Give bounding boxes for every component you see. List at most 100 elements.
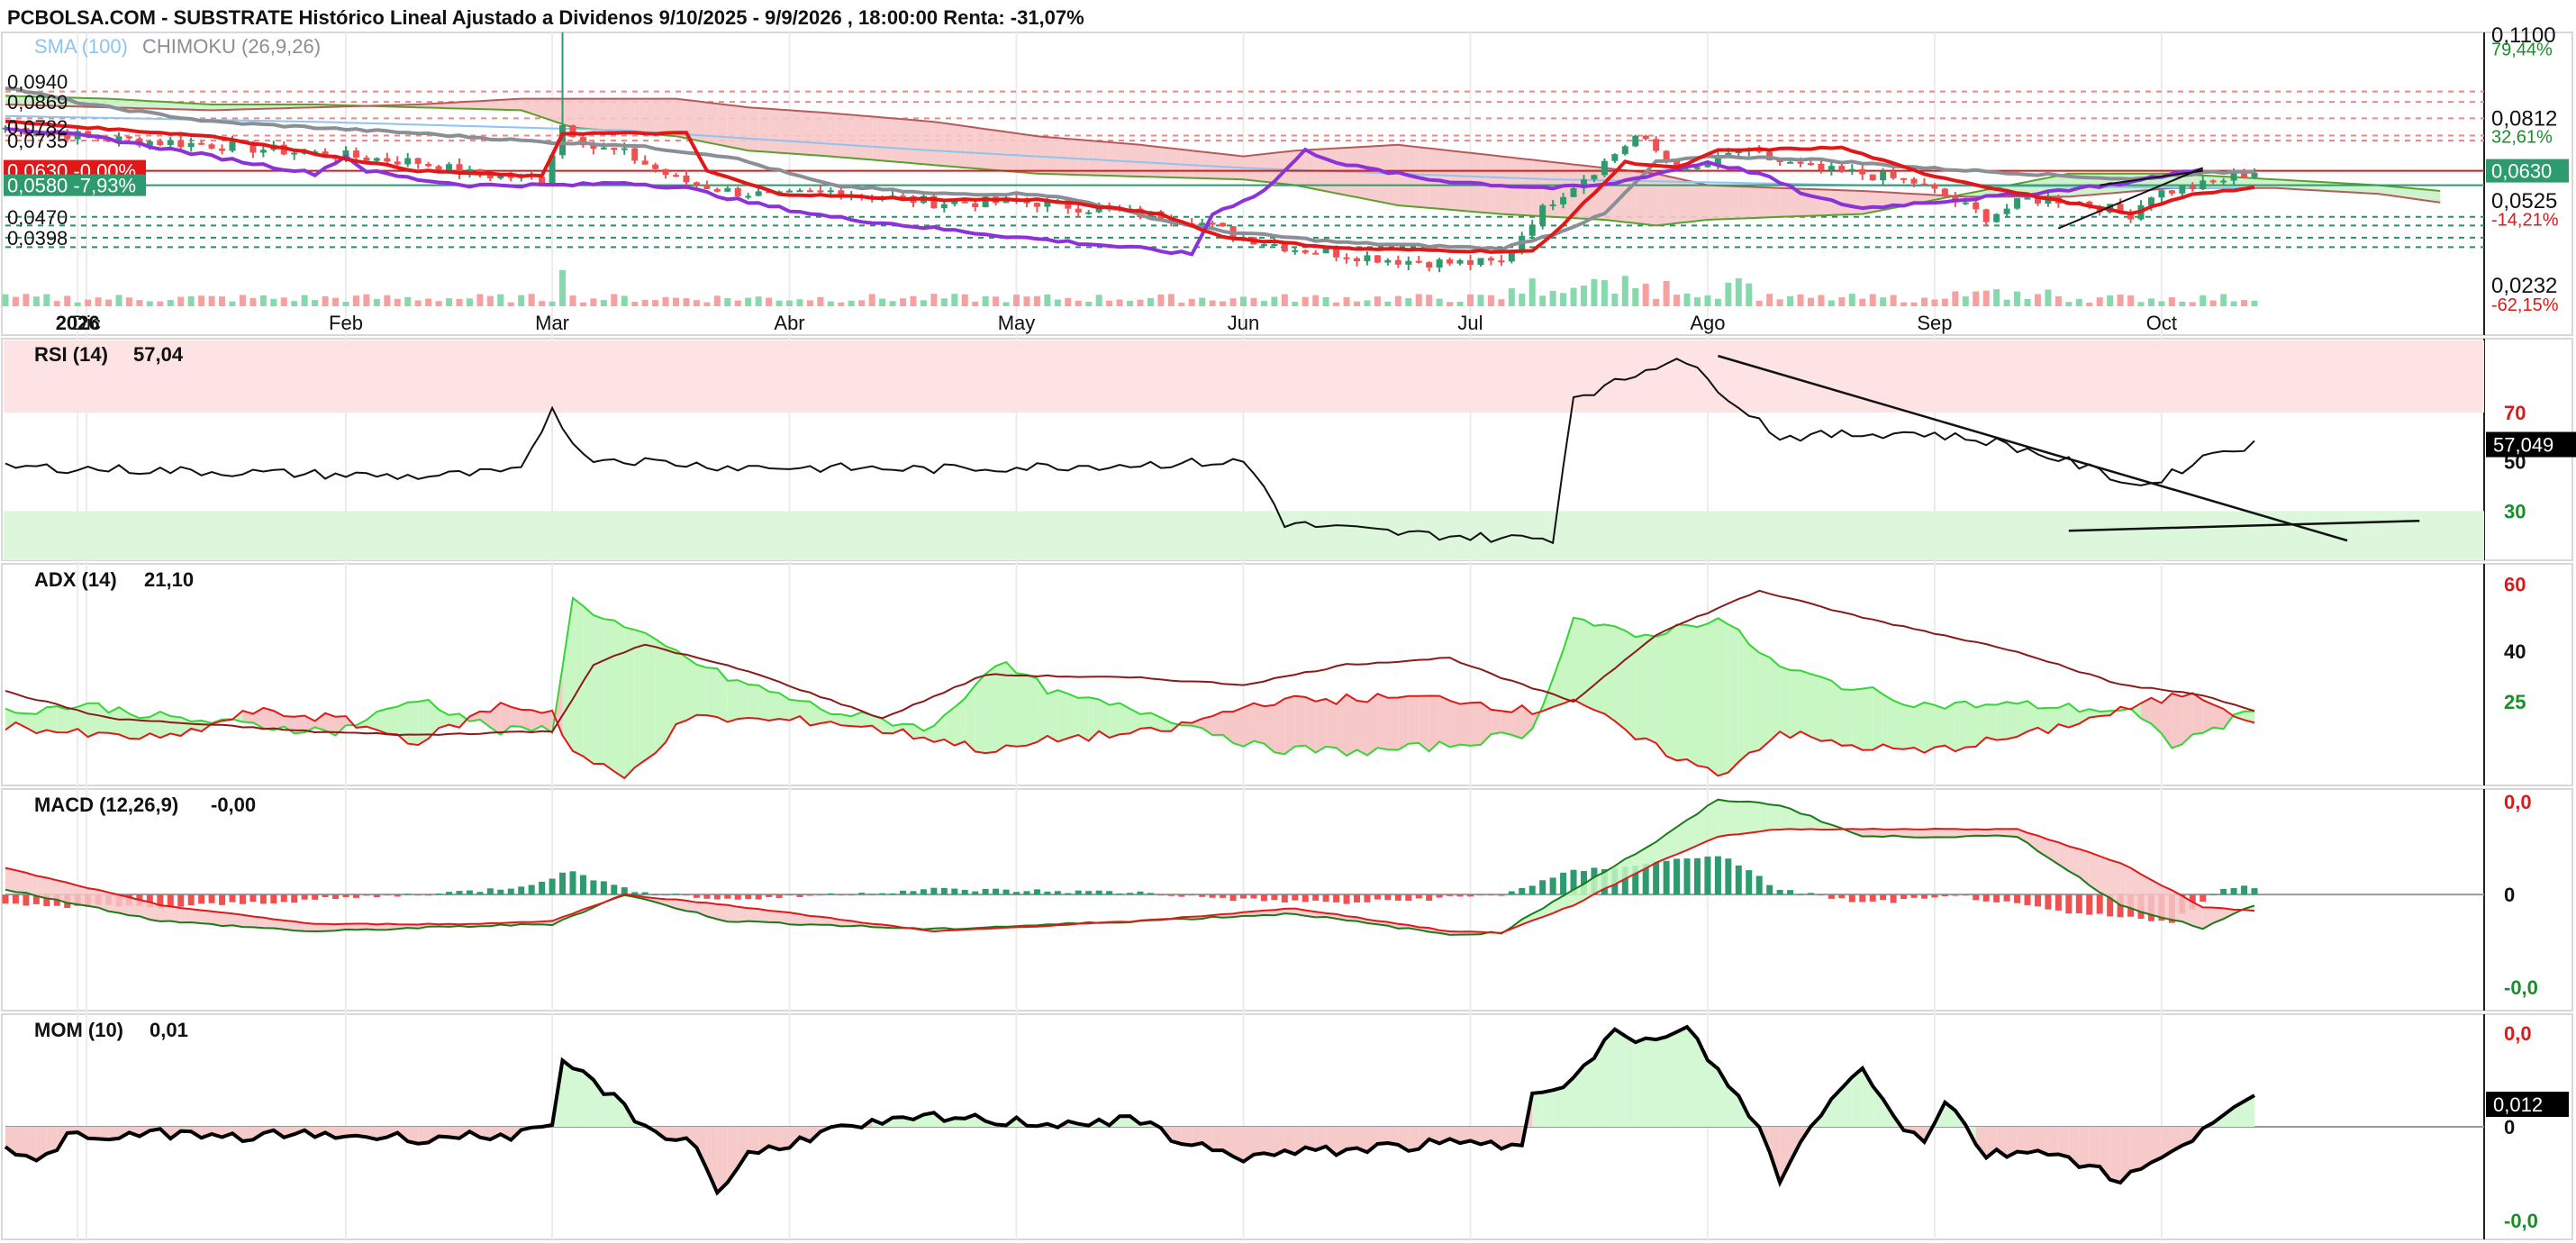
mom-fill [562,1060,573,1127]
volume-bar [1436,298,1443,306]
cloud-segment [1748,186,1760,219]
macd-hist-bar [806,894,813,896]
macd-hist-bar [2,894,9,904]
di-fill [386,706,398,735]
cloud-segment [748,107,759,151]
mom-panel: 0,0 0 -0,0 0,012 [4,1022,2569,1232]
volume-bar [1466,294,1474,306]
x-tick-Feb: Feb [329,312,363,334]
volume-bar [786,300,794,306]
di-fill [727,680,739,722]
volume-bar [486,295,494,306]
macd-hist-bar [259,894,267,904]
volume-bar [2086,302,2093,306]
volume-bar [507,302,514,306]
volume-bar [1560,293,1567,306]
cloud-segment [954,124,966,168]
macd-hist-bar [1755,876,1763,895]
macd-hist-bar [1013,892,1020,895]
mom-fill [1542,1090,1554,1127]
macd-hist-bar [1807,893,1814,895]
di-fill [1109,703,1120,738]
volume-bar [2014,291,2021,306]
volume-bar [889,301,896,306]
di-fill [1439,695,1450,748]
volume-bar [53,301,60,306]
macd-hist-bar [2251,888,2258,895]
candle-body [1880,171,1887,181]
candle-body [786,190,794,193]
di-fill [1986,704,1997,740]
macd-hist-bar [920,889,927,895]
volume-bar [1859,298,1866,306]
di-fill [933,715,945,742]
volume-bar [239,295,246,306]
macd-hist-bar [1787,890,1794,895]
volume-bar [1776,299,1783,306]
volume-bar [2096,297,2103,306]
volume-bar [2189,302,2196,306]
mom-fill [1614,1029,1626,1127]
macd-hist-bar [1343,894,1350,904]
macd-hist-bar [1044,891,1051,895]
macd-hist-bar [1910,894,1918,898]
cloud-segment [840,113,852,159]
macd-hist-bar [518,886,525,895]
mom-fill [1666,1031,1677,1127]
volume-bar [2107,295,2114,306]
candle-body [1993,213,2000,222]
volume-bar [1621,276,1628,306]
volume-bar [1405,298,1412,306]
volume-bar [1271,296,1278,306]
volume-bar [125,297,132,306]
volume-bar [1704,295,1711,306]
candle-body [363,157,370,161]
macd-hist-bar [1683,858,1691,895]
candle-body [1220,222,1227,227]
mom-fill [2109,1127,2121,1183]
di-fill [1408,695,1420,744]
volume-bar [951,294,958,306]
macd-hist-bar [724,894,731,899]
macd-hist-bar [476,892,484,895]
volume-bar [1157,294,1165,306]
volume-bar [1302,296,1309,306]
cloud-segment [851,114,862,159]
volume-bar [1973,291,1980,306]
volume-bar [1426,295,1433,306]
di-fill [479,711,491,728]
candle-body [1859,168,1866,175]
macd-hist-bar [2075,894,2082,913]
mom-fill [1687,1027,1698,1127]
volume-bar [1931,299,1938,306]
volume-bar [1415,294,1422,306]
volume-bar [961,294,968,306]
macd-fill [1780,805,1791,830]
mom-fill [1707,1060,1719,1127]
cloud-segment [1820,189,1832,216]
candle-body [621,148,628,150]
volume-bar [198,295,205,306]
di-fill [882,719,893,734]
volume-bar [549,301,556,306]
volume-bar [600,300,607,306]
candle-body [1560,196,1567,204]
mom-fill [748,1127,759,1154]
volume-bar [1920,297,1927,306]
volume-bar [208,295,215,306]
macd-hist-bar [363,894,370,896]
macd-hist-bar [394,894,401,897]
candle-body [1209,222,1216,225]
macd-hist-bar [1384,894,1392,901]
macd-hist-bar [2024,894,2031,905]
macd-hist-bar [1766,885,1773,895]
cloud-segment [738,105,748,151]
macd-hist-bar [1065,893,1072,895]
macd-hist-bar [1920,894,1927,899]
volume-bar [518,295,525,306]
di-fill [975,674,986,754]
candle-body [1281,244,1288,252]
macd-hist-bar [291,894,298,903]
macd-hist-bar [1271,894,1278,901]
di-fill [1697,623,1708,768]
